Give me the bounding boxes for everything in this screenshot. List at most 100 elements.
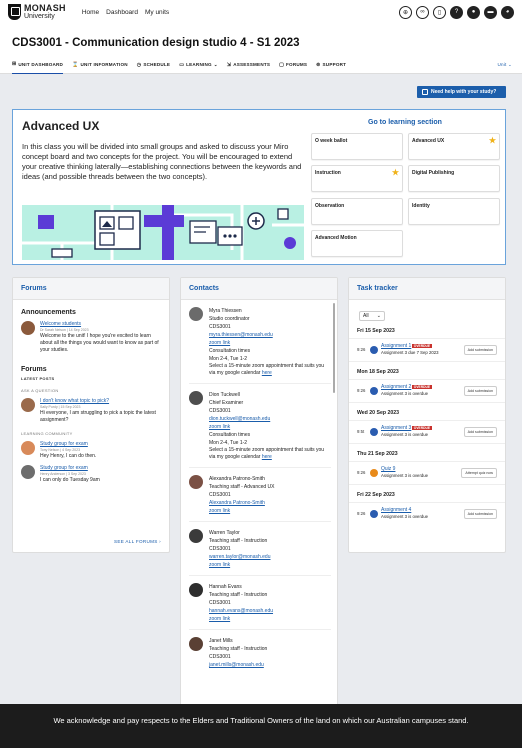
nav-home[interactable]: Home (82, 9, 99, 16)
section-tile-advanced-ux[interactable]: Advanced UX ★ (408, 133, 500, 160)
section-tile-observation[interactable]: Observation (311, 198, 403, 225)
add-submission-button[interactable]: Add submission (463, 385, 497, 396)
avatar (189, 307, 203, 321)
contact-role: Teaching staff - Instruction (209, 646, 268, 652)
task-time: 9:26 (357, 470, 366, 476)
consultation-label: Consultation times (209, 432, 251, 438)
contact-card: Myra Thiessen Studio coordinator CDS3001… (189, 307, 331, 384)
contacts-panel: Contacts Myra Thiessen Studio coordinato… (180, 277, 338, 707)
tab-assessments[interactable]: ⇲ ASSESSMENTS (227, 56, 270, 74)
contact-zoom-link[interactable]: zoom link (209, 508, 230, 514)
task-link[interactable]: Assignment 3 (381, 425, 411, 431)
user-icon[interactable]: ◕ (501, 5, 514, 19)
contact-email-link[interactable]: janet.mills@monash.edu (209, 662, 264, 668)
task-row: 9:26 Assignment 2 OVERDUE Assignment 3 is … (349, 380, 505, 397)
tab-forums[interactable]: ▢ FORUMS (279, 56, 307, 74)
forum-post-link[interactable]: Study group for exam (40, 465, 88, 471)
task-detail: Assignment 3 is overdue (381, 432, 429, 438)
tab-learning[interactable]: ▭ LEARNING ⌄ (179, 56, 218, 74)
forum-post-link[interactable]: I don't know what topic to pick? (40, 398, 109, 404)
notifications-icon[interactable]: ● (467, 5, 480, 19)
overdue-badge: OVERDUE (412, 426, 432, 431)
contact-name: Janet Mills (209, 638, 233, 644)
book-icon[interactable]: ▯ (433, 5, 446, 19)
task-day: Fri 22 Sep 2023 9:26 Assignment 4 Assignm… (349, 492, 505, 525)
contact-zoom-link[interactable]: zoom link (209, 562, 230, 568)
contact-zoom-link[interactable]: zoom link (209, 424, 230, 430)
link-icon[interactable]: ∞ (416, 5, 429, 19)
tab-unit-dashboard[interactable]: ⊞ UNIT DASHBOARD (12, 56, 64, 74)
section-tile-advanced-motion[interactable]: Advanced Motion (311, 230, 403, 257)
forum-post: Study group for exam Tony Nelson | 4 Sep … (21, 440, 161, 460)
add-submission-button[interactable]: Add submission (463, 508, 497, 519)
task-link[interactable]: Assignment 2 (381, 384, 411, 390)
announcements-heading: Announcements (21, 309, 76, 316)
avatar (21, 464, 35, 479)
monash-logo[interactable]: MONASH University (8, 4, 66, 20)
contact-name: Dion Tuckwell (209, 392, 240, 398)
consultation-times: Mon 2-4, Tue 1-2 (209, 440, 248, 446)
section-tile-label: Observation (315, 203, 345, 209)
study-help-button[interactable]: Need help with your study? (417, 86, 506, 98)
contacts-panel-title: Contacts (181, 278, 337, 300)
task-filter-select[interactable]: All ⌄ (359, 311, 385, 321)
nav-my-units[interactable]: My units (145, 9, 169, 16)
task-detail: Assignment 3 is overdue (381, 391, 429, 397)
messages-icon[interactable]: ▬ (484, 5, 497, 19)
tab-support[interactable]: ⊚ SUPPORT (316, 56, 346, 74)
contact-card: Janet Mills Teaching staff - Instruction… (189, 637, 331, 675)
go-to-learning-section-link[interactable]: Go to learning section (368, 119, 442, 126)
avatar (21, 321, 35, 335)
task-day-date: Fri 22 Sep 2023 (349, 492, 505, 504)
attempt-quiz-button[interactable]: Attempt quiz now (461, 467, 497, 478)
contact-name: Hannah Evans (209, 584, 242, 590)
section-tile-o-week-ballot[interactable]: O week ballot (311, 133, 403, 160)
top-icons: ⊕ ∞ ▯ ? ● ▬ ◕ (399, 5, 514, 19)
see-all-forums-link[interactable]: SEE ALL FORUMS › (114, 539, 161, 544)
task-row: 9:5t Assignment 3 OVERDUE Assignment 3 is … (349, 421, 505, 438)
tab-unit-information[interactable]: ⌛ UNIT INFORMATION (72, 56, 128, 74)
clock-icon: ◷ (136, 61, 142, 68)
nav-dashboard[interactable]: Dashboard (106, 9, 138, 16)
contact-email-link[interactable]: myra.thiessen@monash.edu (209, 332, 273, 338)
tab-schedule[interactable]: ◷ SCHEDULE (137, 56, 170, 74)
contact-email-link[interactable]: Alexandra Patrono-Smith (209, 500, 265, 506)
contact-unit: CDS3001 (209, 492, 231, 498)
forum-post-link[interactable]: Study group for exam (40, 441, 88, 447)
post-text: Hey Henry, I can do then. (40, 452, 97, 459)
contact-email-link[interactable]: warren.taylor@monash.edu (209, 554, 271, 560)
section-tile-instruction[interactable]: Instruction ★ (311, 165, 403, 192)
calendar-link[interactable]: here (262, 454, 272, 460)
task-link[interactable]: Quiz 9 (381, 466, 395, 472)
add-submission-button[interactable]: Add submission (463, 426, 497, 437)
contact-email-link[interactable]: hannah.evans@monash.edu (209, 608, 273, 614)
post-text: I can only do Tuesday 9am (40, 476, 100, 483)
search-zoom-icon[interactable]: ⊕ (399, 5, 412, 19)
contact-role: Teaching staff - Instruction (209, 592, 268, 598)
contact-zoom-link[interactable]: zoom link (209, 340, 230, 346)
task-link[interactable]: Assignment 1 (381, 343, 411, 349)
task-link[interactable]: Assignment 4 (381, 507, 411, 513)
announcement-link[interactable]: Welcome students (40, 321, 81, 327)
task-tracker-panel: Task tracker All ⌄ Fri 15 Sep 2023 9:26 A… (348, 277, 506, 553)
book-open-icon: ▭ (179, 61, 185, 68)
section-tile-label: Advanced Motion (315, 235, 357, 241)
unit-dropdown[interactable]: Unit ⌄ (498, 62, 513, 68)
contact-email-link[interactable]: dion.tuckwell@monash.edu (209, 416, 270, 422)
contacts-scrollbar[interactable] (333, 303, 335, 393)
post-text: Hi everyone, I am struggling to pick a t… (40, 409, 156, 423)
contact-unit: CDS3001 (209, 654, 231, 660)
avatar (189, 637, 203, 651)
section-tile-digital-publishing[interactable]: Digital Publishing (408, 165, 500, 192)
current-section-card: Advanced UX In this class you will be di… (12, 109, 506, 265)
add-submission-button[interactable]: Add submission (463, 344, 497, 355)
star-icon: ★ (391, 168, 399, 177)
forum-category-ask: ASK A QUESTION (21, 387, 59, 393)
section-tile-label: Instruction (315, 170, 341, 176)
calendar-link[interactable]: here (262, 370, 272, 376)
help-icon[interactable]: ? (450, 5, 463, 19)
section-tile-identity[interactable]: Identity (408, 198, 500, 225)
contact-zoom-link[interactable]: zoom link (209, 616, 230, 622)
page-title: CDS3001 - Communication design studio 4 … (12, 37, 300, 49)
section-tile-label: Digital Publishing (412, 170, 455, 176)
